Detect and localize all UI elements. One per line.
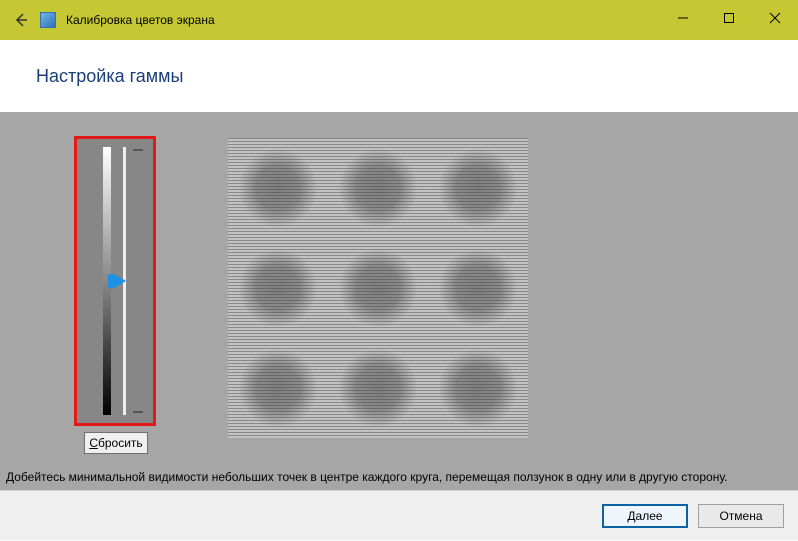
cancel-button-label: Отмена — [719, 509, 762, 523]
gamma-dot — [428, 138, 528, 238]
minimize-button[interactable] — [660, 2, 706, 34]
close-button[interactable] — [752, 2, 798, 34]
window-title: Калибровка цветов экрана — [66, 13, 215, 27]
gamma-dot — [328, 338, 428, 438]
gamma-slider-box — [74, 136, 156, 426]
next-button-label: Далее — [627, 509, 662, 523]
gamma-test-grid — [228, 138, 528, 438]
gamma-slider[interactable] — [121, 147, 127, 415]
back-icon[interactable] — [12, 11, 30, 29]
instruction-text: Добейтесь минимальной видимости небольши… — [6, 470, 792, 484]
next-button[interactable]: Далее — [602, 504, 688, 528]
app-icon — [40, 12, 56, 28]
gamma-dot — [228, 238, 328, 338]
gamma-dot — [228, 338, 328, 438]
reset-button[interactable]: Сбросить — [84, 432, 148, 454]
cancel-button[interactable]: Отмена — [698, 504, 784, 528]
titlebar: Калибровка цветов экрана — [0, 0, 798, 40]
gamma-dot — [228, 138, 328, 238]
page-title: Настройка гаммы — [36, 66, 798, 87]
wizard-footer: Далее Отмена — [0, 490, 798, 540]
gamma-dot — [328, 138, 428, 238]
window-controls — [660, 6, 798, 34]
gamma-dot — [328, 238, 428, 338]
page-header: Настройка гаммы — [0, 40, 798, 112]
reset-button-label: Сбросить — [89, 436, 142, 450]
gamma-panel: Сбросить Добейтесь минимальной видимости… — [0, 112, 798, 490]
maximize-button[interactable] — [706, 2, 752, 34]
gamma-dot — [428, 238, 528, 338]
gamma-dot — [428, 338, 528, 438]
